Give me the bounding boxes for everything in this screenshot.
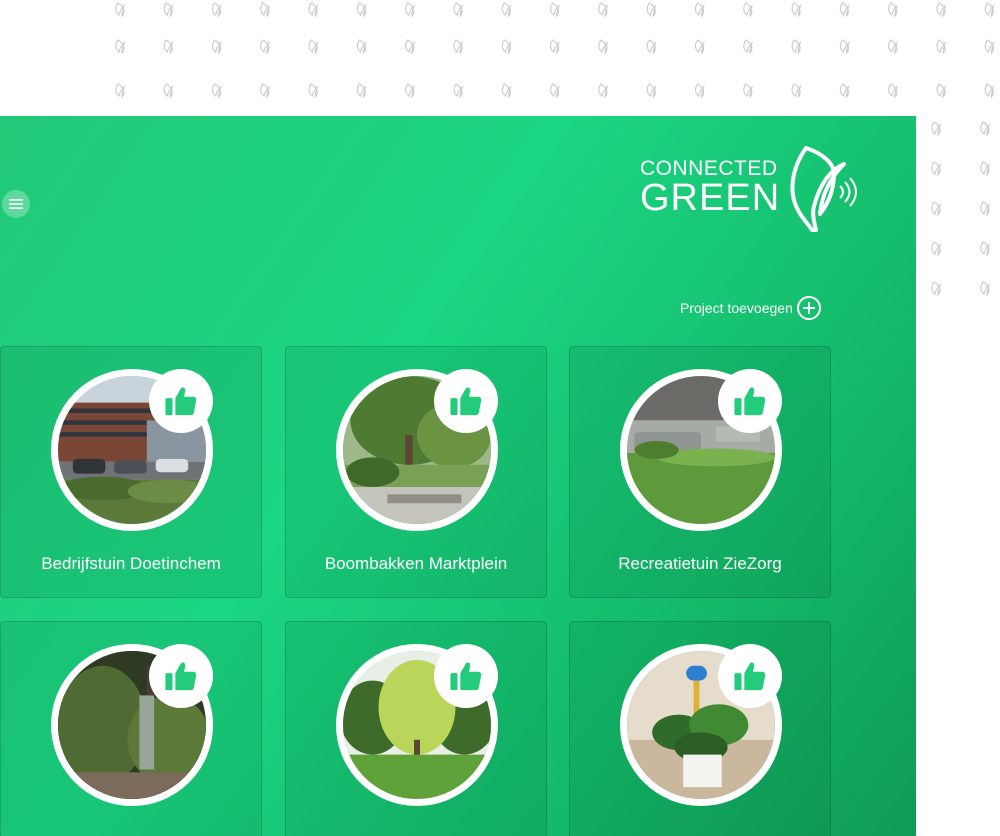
thumbs-up-icon [450,387,482,416]
leaf-pattern-icon [694,83,705,99]
leaf-pattern-icon [598,39,609,55]
project-card-boombakken[interactable]: Boombakken Marktplein [285,346,547,598]
leaf-pattern-icon [936,2,947,18]
leaf-pattern-icon [694,2,705,18]
leaf-logo-icon [790,146,857,232]
leaf-pattern-icon [308,83,319,99]
project-card-recreatietuin[interactable]: Recreatietuin ZieZorg [569,346,831,598]
leaf-pattern-icon [839,83,850,99]
add-project-label: Project toevoegen [680,300,793,316]
leaf-pattern-icon [931,121,942,137]
leaf-pattern-icon [115,2,126,18]
approval-badge [149,369,213,433]
leaf-pattern-icon [694,39,705,55]
leaf-pattern-icon [549,39,560,55]
leaf-pattern-icon [501,83,512,99]
leaf-pattern-icon [984,83,995,99]
leaf-pattern-icon [839,2,850,18]
leaf-pattern-icon [211,2,222,18]
leaf-pattern-icon [405,2,415,18]
leaf-pattern-icon [211,39,222,55]
leaf-pattern-icon [308,2,319,18]
leaf-pattern-icon [743,39,754,55]
leaf-pattern-icon [356,39,367,55]
leaf-pattern-icon [598,83,609,99]
menu-button[interactable] [2,190,30,218]
leaf-pattern-icon [646,39,657,55]
thumbs-up-icon [734,387,766,416]
leaf-pattern-icon [980,201,991,217]
leaf-pattern-icon [743,2,754,18]
leaf-pattern-icon [931,281,942,297]
plus-circle-icon [796,296,821,320]
leaf-pattern-icon [984,39,995,55]
brand-line1: CONNECTED [640,157,778,180]
hamburger-icon [9,199,23,209]
leaf-pattern-icon [549,2,560,18]
thumbs-up-icon [734,662,766,691]
leaf-pattern-icon [356,83,367,99]
leaf-pattern-icon [260,83,271,99]
leaf-pattern-icon [501,2,512,18]
leaf-pattern-icon [888,39,898,55]
leaf-pattern-icon [980,281,991,297]
leaf-pattern-icon [936,39,947,55]
thumbs-up-icon [450,662,482,691]
leaf-pattern-icon [115,39,126,55]
leaf-pattern-icon [931,201,942,217]
leaf-pattern-icon [646,2,657,18]
project-title: Bedrijfstuin Doetinchem [41,554,221,573]
approval-badge [718,369,782,433]
leaf-pattern-icon [453,83,464,99]
leaf-pattern-icon [888,83,898,99]
approval-badge [434,369,498,433]
leaf-pattern-icon [405,83,415,99]
main-panel: CONNECTED GREEN Project toevoegen Bedrij… [0,116,916,836]
leaf-pattern-icon [743,83,754,99]
leaf-pattern-icon [931,241,942,257]
leaf-pattern-icon [791,39,802,55]
leaf-pattern-icon [356,2,367,18]
thumbs-up-icon [165,387,197,416]
leaf-pattern-icon [984,2,995,18]
leaf-pattern-icon [308,39,319,55]
leaf-pattern-icon [791,83,802,99]
approval-badge [149,644,213,708]
leaf-pattern-icon [839,39,850,55]
leaf-pattern-icon [980,121,991,137]
leaf-pattern-icon [980,161,991,177]
leaf-pattern-icon [598,2,609,18]
approval-badge [434,644,498,708]
thumbs-up-icon [165,662,197,691]
approval-badge [718,644,782,708]
leaf-pattern-icon [260,2,271,18]
leaf-pattern-icon [501,39,512,55]
leaf-pattern-icon [646,83,657,99]
leaf-pattern-icon [453,39,464,55]
brand-logo: CONNECTED GREEN [636,144,866,234]
add-project-button[interactable]: Project toevoegen [680,296,821,320]
leaf-pattern-icon [931,161,942,177]
project-card-6[interactable] [569,621,831,836]
leaf-pattern-icon [936,83,947,99]
leaf-pattern-icon [163,2,174,18]
leaf-pattern-icon [980,241,991,257]
leaf-pattern-icon [163,83,174,99]
leaf-pattern-icon [549,83,560,99]
project-title: Boombakken Marktplein [324,554,508,573]
project-card-bedrijfstuin[interactable]: Bedrijfstuin Doetinchem [0,346,262,598]
leaf-pattern-icon [405,39,415,55]
leaf-pattern-icon [115,83,126,99]
leaf-pattern-icon [453,2,464,18]
brand-line2: GREEN [640,177,781,219]
leaf-pattern-icon [163,39,174,55]
project-title: Recreatietuin ZieZorg [618,554,782,573]
leaf-pattern-icon [888,2,898,18]
leaf-pattern-icon [791,2,802,18]
leaf-pattern-icon [211,83,222,99]
project-card-5[interactable] [285,621,547,836]
leaf-pattern-icon [260,39,271,55]
project-card-4[interactable] [0,621,262,836]
